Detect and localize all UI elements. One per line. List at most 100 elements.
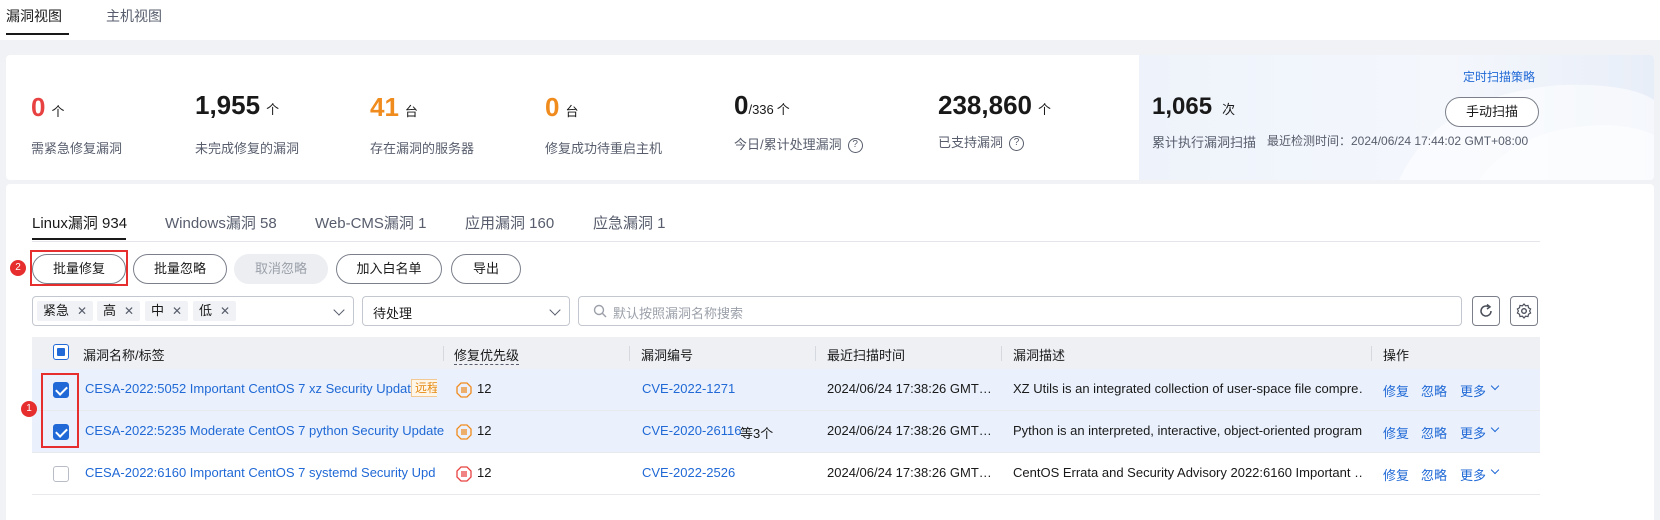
scan-time: 2024/06/24 17:38:26 GMT…: [827, 465, 992, 480]
tab-linux[interactable]: Linux漏洞 934: [32, 212, 127, 233]
stat-handled: 0/336 个: [734, 90, 790, 121]
more-link[interactable]: 更多: [1460, 423, 1486, 442]
select-all-checkbox[interactable]: [53, 344, 69, 360]
help-icon[interactable]: ?: [1009, 136, 1025, 152]
stat-supported-unit: 个: [1037, 102, 1051, 117]
stat-urgent-label: 需紧急修复漏洞: [31, 141, 123, 156]
ignore-link[interactable]: 忽略: [1421, 423, 1447, 442]
scan-time: 2024/06/24 17:38:26 GMT…: [827, 381, 992, 396]
fix-link[interactable]: 修复: [1383, 381, 1409, 400]
stat-handled-unit: 个: [776, 102, 790, 117]
tab-web-cms[interactable]: Web-CMS漏洞 1: [315, 212, 426, 233]
close-icon[interactable]: ✕: [172, 304, 182, 318]
stat-scans-unit: 次: [1222, 102, 1236, 117]
tab-emergency[interactable]: 应急漏洞 1: [593, 212, 666, 233]
tab-windows[interactable]: Windows漏洞 58: [165, 212, 277, 233]
close-icon[interactable]: ✕: [77, 304, 87, 318]
table-row[interactable]: CESA-2022:5052 Important CentOS 7 xz Sec…: [32, 369, 1540, 411]
column-cve: 漏洞编号: [641, 348, 694, 363]
stat-supported-label: 已支持漏洞: [938, 135, 1004, 150]
chevron-down-icon: [1490, 465, 1500, 475]
stat-unfixed-label: 未完成修复的漏洞: [195, 141, 300, 156]
status-filter-value: 待处理: [373, 306, 413, 321]
remote-tag-wrap: 远程: [407, 379, 437, 397]
cve-extra-count[interactable]: 等3个: [740, 423, 773, 442]
filter-tag-medium[interactable]: 中 ✕: [145, 301, 189, 321]
highlight-box-batch-fix: [30, 250, 128, 286]
manual-scan-button[interactable]: 手动扫描: [1445, 97, 1539, 127]
column-divider[interactable]: [443, 346, 444, 361]
priority-value: 12: [477, 465, 492, 480]
column-priority[interactable]: 修复优先级: [454, 345, 520, 365]
vulnerability-name-link[interactable]: CESA-2022:5235 Moderate CentOS 7 python …: [85, 423, 444, 438]
search-placeholder: 默认按照漏洞名称搜索: [613, 306, 744, 321]
scan-time: 2024/06/24 17:38:26 GMT…: [827, 423, 992, 438]
chevron-down-icon: [1490, 381, 1500, 391]
tab-host-view[interactable]: 主机视图: [106, 6, 162, 26]
filter-tag-urgent[interactable]: 紧急 ✕: [37, 301, 94, 321]
stat-supported: 238,860 个: [938, 90, 1051, 121]
gear-icon: [1516, 303, 1532, 319]
export-button[interactable]: 导出: [451, 254, 521, 284]
filter-tag-label: 低: [199, 303, 213, 318]
more-link[interactable]: 更多: [1460, 381, 1486, 400]
filter-tag-low[interactable]: 低 ✕: [193, 301, 237, 321]
column-divider[interactable]: [629, 346, 630, 361]
column-divider[interactable]: [1001, 346, 1002, 361]
fix-link[interactable]: 修复: [1383, 423, 1409, 442]
tab-divider: [32, 241, 1540, 242]
filter-tag-label: 中: [151, 303, 165, 318]
column-divider[interactable]: [1371, 346, 1372, 361]
ignore-link[interactable]: 忽略: [1421, 465, 1447, 484]
column-divider[interactable]: [815, 346, 816, 361]
column-name: 漏洞名称/标签: [83, 348, 165, 363]
batch-ignore-button[interactable]: 批量忽略: [133, 254, 227, 284]
tab-vulnerability-view[interactable]: 漏洞视图: [6, 6, 62, 26]
vulnerability-panel: Linux漏洞 934 Windows漏洞 58 Web-CMS漏洞 1 应用漏…: [6, 184, 1654, 520]
table-header: 漏洞名称/标签 修复优先级 漏洞编号 最近扫描时间 漏洞描述 操作: [32, 337, 1540, 369]
chevron-down-icon: [333, 304, 345, 316]
stat-unfixed-value: 1,955: [195, 90, 261, 120]
priority-medium-icon: [456, 424, 472, 440]
priority-value: 12: [477, 423, 492, 438]
chevron-down-icon: [549, 304, 561, 316]
cve-link[interactable]: CVE-2020-26116: [642, 423, 742, 438]
help-icon[interactable]: ?: [847, 138, 863, 154]
priority-value: 12: [477, 381, 492, 396]
search-input[interactable]: 默认按照漏洞名称搜索: [578, 296, 1462, 326]
step-badge-1: 1: [21, 401, 37, 417]
chevron-down-icon: [1490, 423, 1500, 433]
stat-reboot-value: 0: [545, 92, 560, 122]
last-check-time: 最近检测时间：2024/06/24 17:44:02 GMT+08:00: [1267, 134, 1529, 148]
severity-filter-select[interactable]: 紧急 ✕ 高 ✕ 中 ✕ 低 ✕: [32, 296, 354, 326]
cve-link[interactable]: CVE-2022-2526: [642, 465, 735, 480]
refresh-button[interactable]: [1472, 296, 1500, 326]
stat-servers-value: 41: [370, 92, 399, 122]
stat-unfixed: 1,955 个: [195, 90, 279, 121]
close-icon[interactable]: ✕: [124, 304, 134, 318]
cancel-ignore-button[interactable]: 取消忽略: [234, 254, 328, 284]
ignore-link[interactable]: 忽略: [1421, 381, 1447, 400]
fix-link[interactable]: 修复: [1383, 465, 1409, 484]
settings-button[interactable]: [1510, 296, 1538, 326]
vulnerability-name-link[interactable]: CESA-2022:5052 Important CentOS 7 xz Sec…: [85, 381, 418, 396]
priority-medium-icon: [456, 382, 472, 398]
table-row[interactable]: CESA-2022:6160 Important CentOS 7 system…: [32, 453, 1540, 495]
table-row[interactable]: CESA-2022:5235 Moderate CentOS 7 python …: [32, 411, 1540, 453]
vulnerability-name-link[interactable]: CESA-2022:6160 Important CentOS 7 system…: [85, 465, 435, 480]
tab-application[interactable]: 应用漏洞 160: [465, 212, 554, 233]
status-filter-select[interactable]: 待处理: [362, 296, 570, 326]
cve-link[interactable]: CVE-2022-1271: [642, 381, 735, 396]
stat-handled-total: /336: [748, 102, 774, 117]
description: XZ Utils is an integrated collection of …: [1013, 381, 1363, 396]
add-whitelist-button[interactable]: 加入白名单: [336, 254, 442, 284]
more-link[interactable]: 更多: [1460, 465, 1486, 484]
stat-supported-label-wrap: 已支持漏洞?: [938, 132, 1025, 152]
row-checkbox[interactable]: [53, 466, 69, 482]
column-scan-time: 最近扫描时间: [827, 348, 906, 363]
stat-handled-label: 今日/累计处理漏洞: [734, 137, 842, 152]
close-icon[interactable]: ✕: [220, 304, 230, 318]
filter-tag-high[interactable]: 高 ✕: [97, 301, 141, 321]
scan-policy-link[interactable]: 定时扫描策略: [1463, 68, 1535, 85]
refresh-icon: [1480, 303, 1492, 317]
